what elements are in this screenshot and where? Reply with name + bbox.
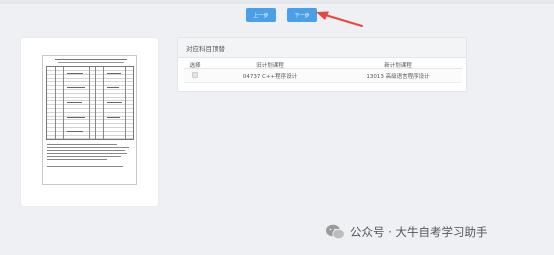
course-mapping-table: 选择 旧计划课程 新计划课程 04737 C++程序设计 13013 高级语言程… (184, 61, 462, 83)
watermark-text: 公众号 · 大牛自考学习助手 (350, 225, 488, 239)
table-header: 选择 旧计划课程 新计划课程 (184, 61, 462, 69)
subject-substitution-panel: 对应科目顶替 选择 旧计划课程 新计划课程 04737 C++程序设计 1301… (177, 37, 467, 92)
new-course-cell: 13013 高级语言程序设计 (366, 73, 430, 80)
panel-title: 对应科目顶替 (178, 38, 466, 58)
document-preview-card[interactable] (21, 38, 158, 206)
table-row[interactable]: 04737 C++程序设计 13013 高级语言程序设计 (184, 69, 462, 83)
column-header-select: 选择 (189, 62, 201, 69)
watermark: 公众号 · 大牛自考学习助手 (325, 222, 487, 242)
document-thumbnail (42, 55, 137, 185)
row-checkbox[interactable] (192, 71, 198, 78)
wechat-icon (326, 224, 345, 240)
column-header-old-course: 旧计划课程 (256, 62, 284, 69)
column-header-new-course: 新计划课程 (384, 62, 412, 69)
old-course-cell: 04737 C++程序设计 (242, 73, 298, 80)
